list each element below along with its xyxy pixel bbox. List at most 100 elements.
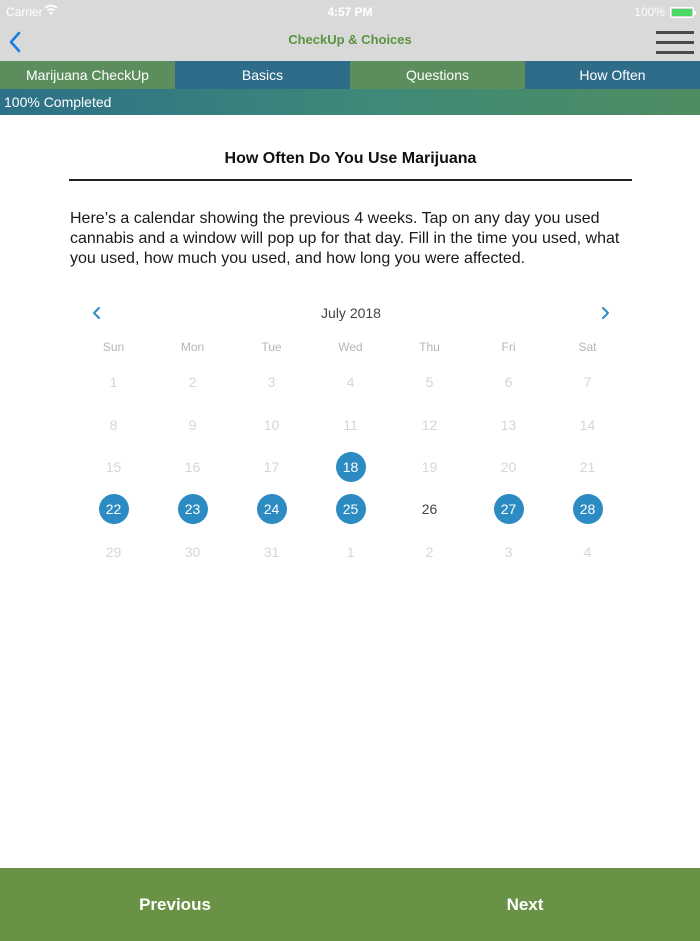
calendar-day: 12	[390, 403, 469, 445]
app-logo: CheckUp & Choices	[288, 32, 412, 47]
calendar-day: 13	[469, 403, 548, 445]
calendar-day: 7	[548, 361, 627, 403]
calendar-day-number: 22	[98, 494, 129, 525]
calendar-day-number: 8	[109, 416, 118, 433]
calendar-day-number: 12	[421, 416, 438, 433]
calendar-day: 11	[311, 403, 390, 445]
calendar-day-number: 18	[335, 451, 366, 482]
calendar-day-selected[interactable]: 27	[469, 488, 548, 530]
calendar-day: 9	[153, 403, 232, 445]
top-bar: Carrier 4:57 PM 100% CheckUp & Choices	[0, 0, 700, 61]
previous-month-button[interactable]	[86, 302, 106, 324]
weekday-label: Tue	[261, 340, 282, 354]
calendar-day: 4	[311, 361, 390, 403]
title-divider	[69, 179, 632, 181]
calendar-month-title: July 2018	[321, 305, 381, 321]
calendar-day-number: 7	[583, 374, 592, 391]
calendar-day-number: 15	[105, 458, 122, 475]
calendar-day: 20	[469, 446, 548, 488]
calendar-day-number: 2	[188, 374, 197, 391]
tab-marijuana-checkup[interactable]: Marijuana CheckUp	[0, 61, 175, 89]
calendar-day: 3	[469, 531, 548, 573]
calendar-day: 10	[232, 403, 311, 445]
calendar-day-number: 23	[177, 494, 208, 525]
calendar-day-number: 1	[109, 374, 118, 391]
clock-time: 4:57 PM	[327, 5, 373, 19]
chevron-left-icon	[93, 307, 100, 319]
calendar-day-number: 20	[500, 458, 517, 475]
weekday-label: Sun	[102, 340, 125, 354]
calendar-day: 5	[390, 361, 469, 403]
intro-text: Here’s a calendar showing the previous 4…	[70, 210, 620, 267]
weekday-header: Sun Mon Tue Wed Thu Fri Sat	[74, 340, 628, 354]
calendar-day-number: 28	[572, 494, 603, 525]
chevron-right-icon	[602, 307, 609, 319]
calendar-day-number: 13	[500, 416, 517, 433]
weekday-label: Sat	[578, 340, 597, 354]
calendar-day: 31	[232, 531, 311, 573]
weekday-label: Thu	[419, 340, 440, 354]
calendar-day-selected[interactable]: 23	[153, 488, 232, 530]
calendar-day-number: 3	[504, 543, 513, 560]
calendar-day-number: 27	[493, 494, 524, 525]
previous-button[interactable]: Previous	[0, 868, 350, 941]
calendar-day-number: 21	[579, 458, 596, 475]
calendar-day-number: 2	[425, 543, 434, 560]
calendar-day-number: 1	[346, 543, 355, 560]
calendar-day-selected[interactable]: 18	[311, 446, 390, 488]
calendar-day-number: 19	[421, 458, 438, 475]
calendar-day-number: 11	[343, 416, 358, 433]
weekday-label: Wed	[338, 340, 363, 354]
tab-questions[interactable]: Questions	[350, 61, 525, 89]
calendar-day: 15	[74, 446, 153, 488]
calendar-day-number: 16	[184, 458, 201, 475]
calendar-day-number: 6	[504, 374, 513, 391]
progress-bar: 100% Completed	[0, 89, 700, 115]
calendar-day: 21	[548, 446, 627, 488]
calendar-day: 2	[153, 361, 232, 403]
calendar-day: 6	[469, 361, 548, 403]
hamburger-menu-button[interactable]	[656, 29, 694, 57]
app-screen: Carrier 4:57 PM 100% CheckUp & Choices M…	[0, 0, 700, 941]
calendar-day: 14	[548, 403, 627, 445]
calendar-day: 17	[232, 446, 311, 488]
calendar-day: 4	[548, 531, 627, 573]
calendar-day: 29	[74, 531, 153, 573]
weekday-label: Mon	[180, 340, 205, 354]
calendar-day-number: 5	[425, 374, 434, 391]
calendar-grid: 1 2 3 4 5 6 7 8 9 10 11 12 13 14 15 16 17 18 19 20 21 22 23 24 2…	[74, 361, 628, 573]
calendar-day-today[interactable]: 26	[390, 488, 469, 530]
tab-basics[interactable]: Basics	[175, 61, 350, 89]
calendar-day: 1	[311, 531, 390, 573]
battery-icon	[670, 7, 696, 18]
status-bar: Carrier 4:57 PM 100%	[0, 0, 700, 24]
calendar-day-number: 14	[579, 416, 596, 433]
calendar-day-number: 9	[188, 416, 197, 433]
calendar-day-number: 3	[267, 374, 276, 391]
calendar-day: 3	[232, 361, 311, 403]
calendar-day-selected[interactable]: 22	[74, 488, 153, 530]
calendar-day: 1	[74, 361, 153, 403]
calendar-day-selected[interactable]: 25	[311, 488, 390, 530]
next-button[interactable]: Next	[350, 868, 700, 941]
calendar-day-selected[interactable]: 24	[232, 488, 311, 530]
calendar-day-number: 4	[346, 374, 355, 391]
calendar-day-number: 30	[184, 543, 201, 560]
calendar-day-number: 31	[263, 543, 280, 560]
battery-percentage: 100%	[634, 5, 665, 19]
calendar-day: 19	[390, 446, 469, 488]
calendar-day-selected[interactable]: 28	[548, 488, 627, 530]
calendar-day-number: 25	[335, 494, 366, 525]
progress-label: 100% Completed	[4, 94, 112, 110]
next-month-button[interactable]	[596, 302, 616, 324]
page-title: How Often Do You Use Marijuana	[224, 150, 477, 167]
calendar-day: 8	[74, 403, 153, 445]
calendar-day-number: 17	[263, 458, 280, 475]
tab-how-often[interactable]: How Often	[525, 61, 700, 89]
calendar-day: 30	[153, 531, 232, 573]
calendar-day: 16	[153, 446, 232, 488]
calendar-day: 2	[390, 531, 469, 573]
calendar-day-number: 26	[421, 501, 438, 518]
calendar-day-number: 24	[256, 494, 287, 525]
section-tabs: Marijuana CheckUp Basics Questions How O…	[0, 61, 700, 89]
